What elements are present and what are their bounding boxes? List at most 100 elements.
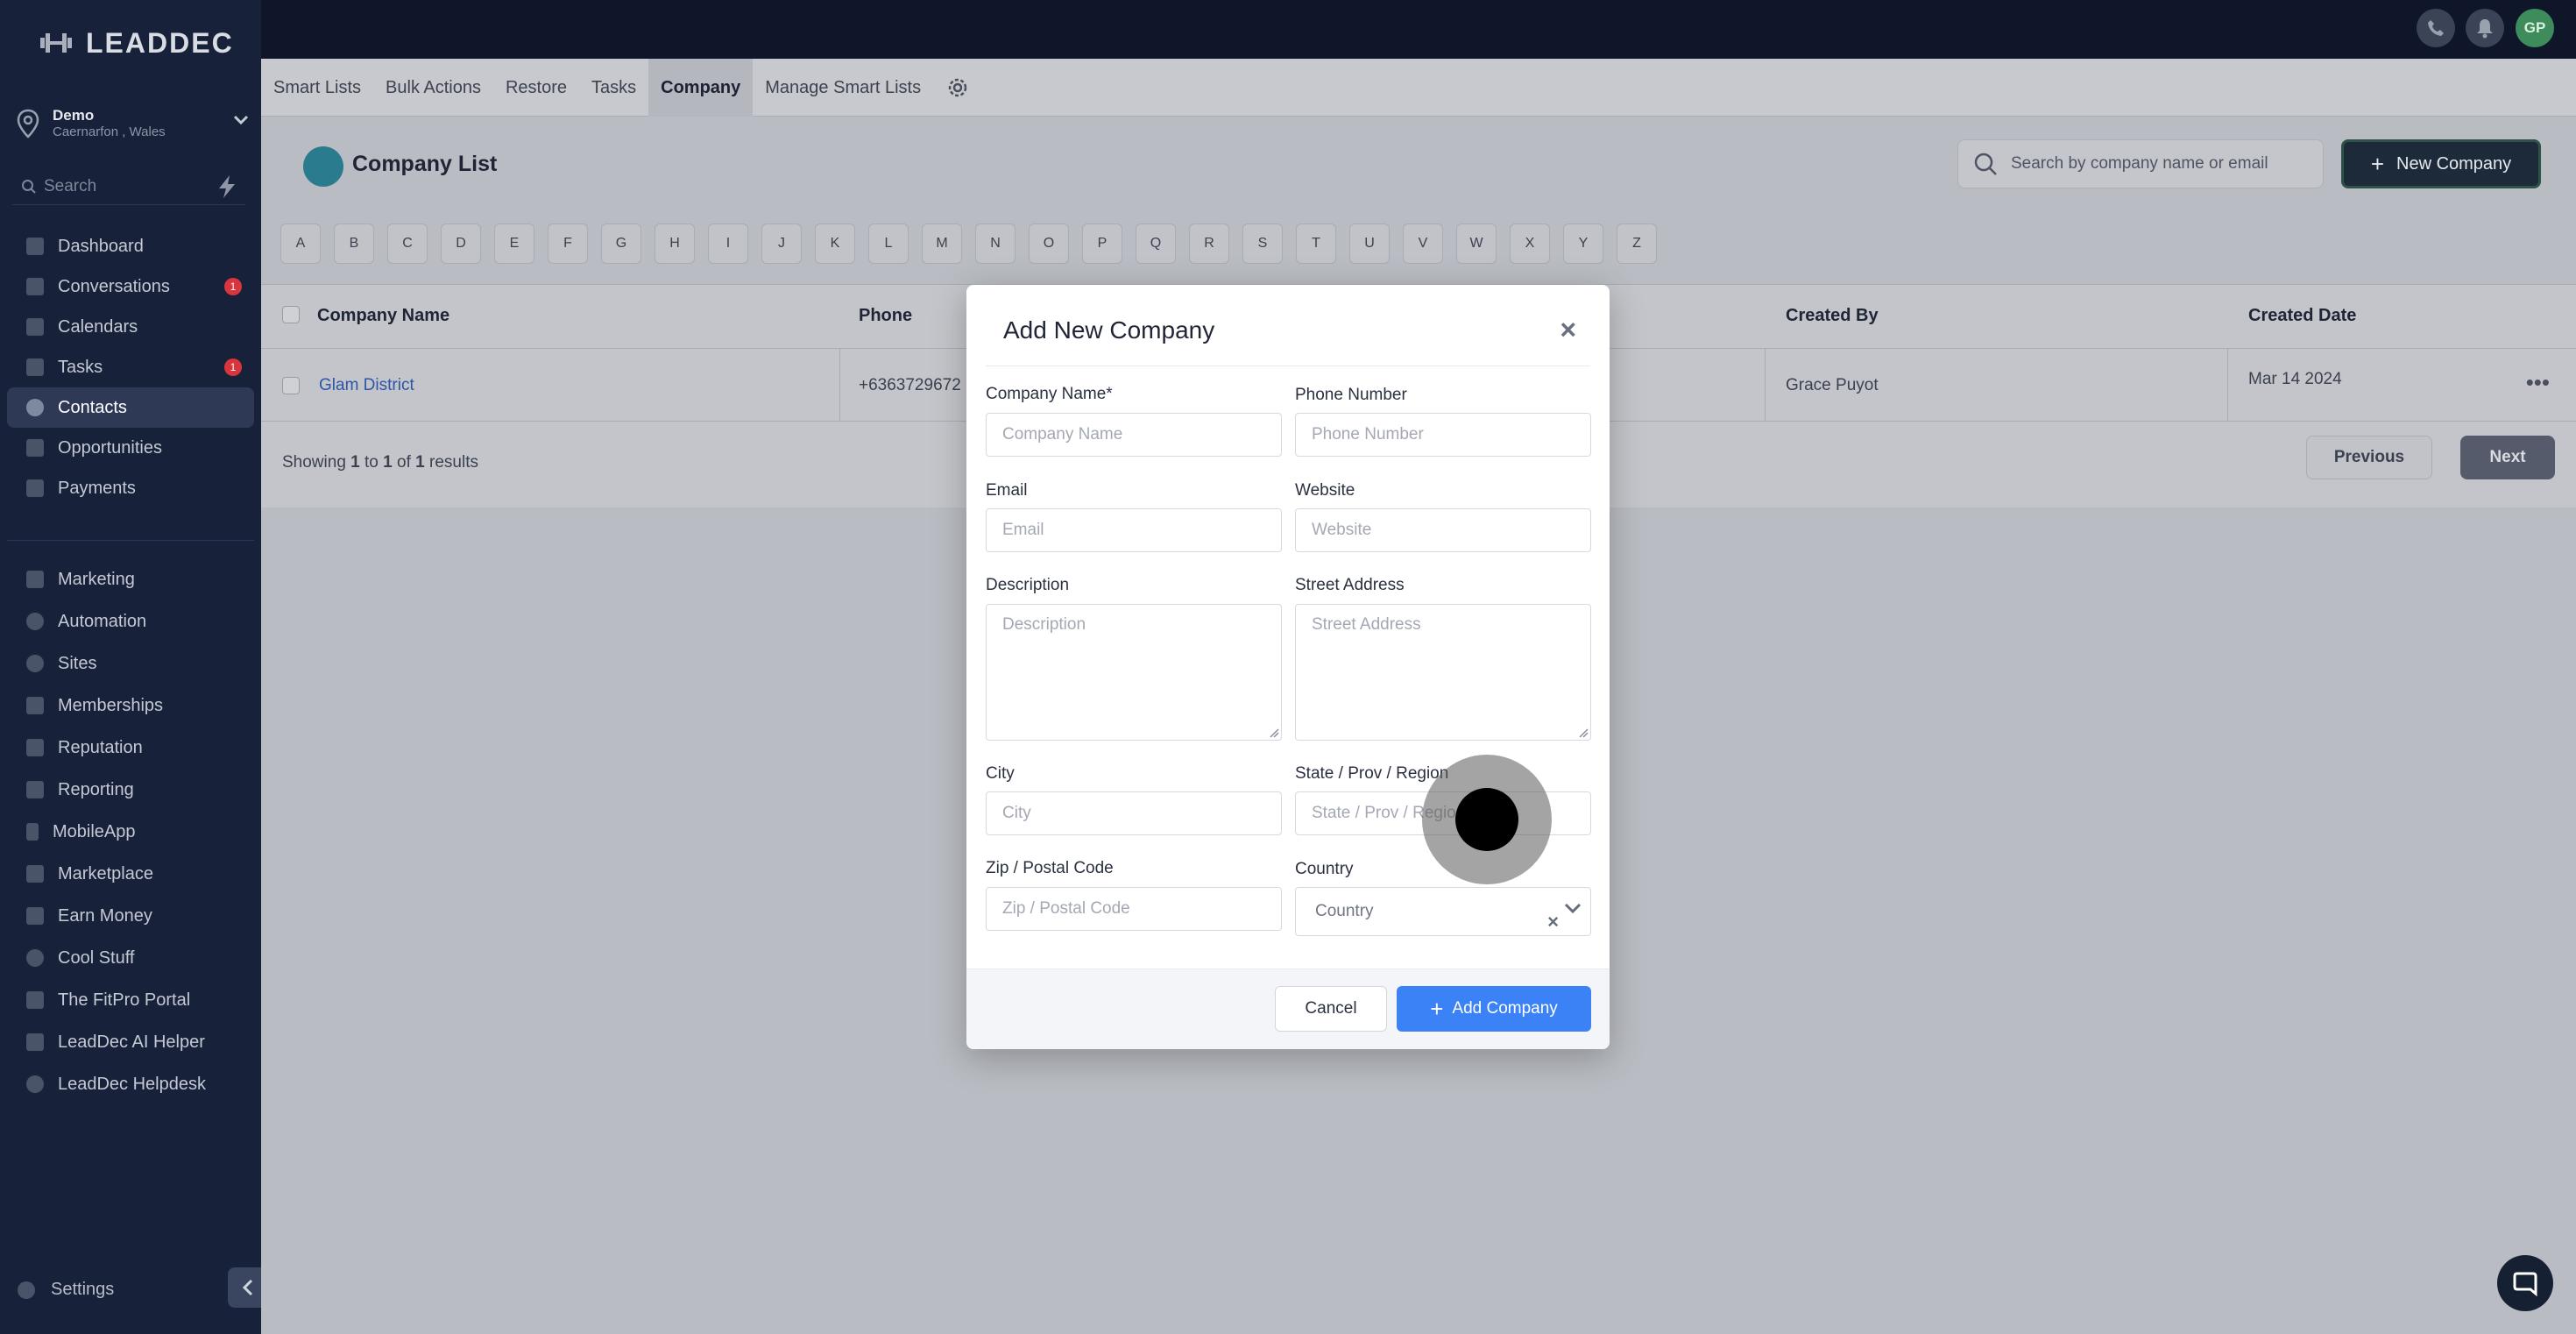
close-icon[interactable]: × xyxy=(1560,316,1576,344)
sidebar-item-calendars[interactable]: Calendars xyxy=(7,307,254,347)
column-header-created-by[interactable]: Created By xyxy=(1786,285,1879,346)
phone-button[interactable] xyxy=(2417,9,2455,47)
alphabet-filter-z[interactable]: Z xyxy=(1617,224,1657,264)
alphabet-filter-v[interactable]: V xyxy=(1403,224,1443,264)
cancel-button[interactable]: Cancel xyxy=(1275,986,1387,1032)
next-page-button[interactable]: Next xyxy=(2460,436,2555,479)
brand-logo[interactable]: LEADDEC xyxy=(39,25,234,61)
gear-icon[interactable] xyxy=(945,75,970,100)
add-company-button[interactable]: + Add Company xyxy=(1397,986,1591,1032)
user-avatar[interactable]: GP xyxy=(2516,9,2554,47)
alphabet-filter-l[interactable]: L xyxy=(868,224,909,264)
resize-handle-icon[interactable] xyxy=(1578,727,1589,738)
company-name-input[interactable]: Company Name xyxy=(986,413,1282,457)
sidebar-item-label: Earn Money xyxy=(58,905,152,926)
sidebar-item-marketing[interactable]: Marketing xyxy=(7,558,254,600)
sidebar-item-tasks[interactable]: Tasks 1 xyxy=(7,347,254,387)
chevron-down-icon xyxy=(233,115,249,125)
street-address-textarea[interactable]: Street Address xyxy=(1295,604,1591,741)
sidebar-item-settings[interactable]: Settings xyxy=(18,1280,114,1300)
alphabet-filter-x[interactable]: X xyxy=(1510,224,1550,264)
company-name-link[interactable]: Glam District xyxy=(319,349,414,422)
alphabet-filter-j[interactable]: J xyxy=(761,224,802,264)
row-actions-icon[interactable]: ••• xyxy=(2526,371,2550,394)
sidebar-item-helpdesk[interactable]: LeadDec Helpdesk xyxy=(7,1063,254,1105)
sidebar-item-fitpro-portal[interactable]: The FitPro Portal xyxy=(7,979,254,1021)
alphabet-filter-r[interactable]: R xyxy=(1189,224,1229,264)
alphabet-filter-a[interactable]: A xyxy=(280,224,321,264)
tab-company[interactable]: Company xyxy=(648,58,754,117)
phone-number-input[interactable]: Phone Number xyxy=(1295,413,1591,457)
tab-manage-smart-lists[interactable]: Manage Smart Lists xyxy=(753,59,933,117)
website-input[interactable]: Website xyxy=(1295,508,1591,552)
alphabet-filter-i[interactable]: I xyxy=(708,224,748,264)
zip-input[interactable]: Zip / Postal Code xyxy=(986,887,1282,931)
sidebar-item-marketplace[interactable]: Marketplace xyxy=(7,853,254,895)
alphabet-filter-e[interactable]: E xyxy=(494,224,534,264)
city-label: City xyxy=(986,764,1015,783)
sidebar-item-payments[interactable]: Payments xyxy=(7,468,254,508)
lightning-bolt-icon[interactable] xyxy=(214,174,240,200)
column-header-phone[interactable]: Phone xyxy=(859,285,912,346)
description-textarea[interactable]: Description xyxy=(986,604,1282,741)
sidebar-item-mobileapp[interactable]: MobileApp xyxy=(7,811,254,853)
sidebar-item-ai-helper[interactable]: LeadDec AI Helper xyxy=(7,1021,254,1063)
sidebar-item-earn-money[interactable]: Earn Money xyxy=(7,895,254,937)
company-search-input[interactable]: Search by company name or email xyxy=(1957,139,2324,188)
tab-bulk-actions[interactable]: Bulk Actions xyxy=(373,59,493,117)
alphabet-filter-p[interactable]: P xyxy=(1082,224,1122,264)
new-company-button[interactable]: + New Company xyxy=(2341,139,2541,188)
sidebar-search[interactable]: Search xyxy=(12,168,245,205)
sidebar-item-conversations[interactable]: Conversations 1 xyxy=(7,266,254,307)
chat-widget-button[interactable] xyxy=(2497,1255,2553,1311)
alphabet-filter-f[interactable]: F xyxy=(548,224,588,264)
alphabet-filter-y[interactable]: Y xyxy=(1563,224,1603,264)
alphabet-filter-t[interactable]: T xyxy=(1296,224,1336,264)
sidebar-item-opportunities[interactable]: Opportunities xyxy=(7,428,254,468)
automation-icon xyxy=(26,613,44,630)
alphabet-filter-b[interactable]: B xyxy=(334,224,374,264)
select-all-checkbox[interactable] xyxy=(282,306,300,323)
email-input[interactable]: Email xyxy=(986,508,1282,552)
alphabet-filter-d[interactable]: D xyxy=(441,224,481,264)
sidebar-item-label: Calendars xyxy=(58,316,138,337)
column-header-company-name[interactable]: Company Name xyxy=(317,285,449,346)
sidebar-item-label: LeadDec AI Helper xyxy=(58,1032,205,1052)
country-select[interactable]: Country × xyxy=(1295,887,1591,936)
row-checkbox[interactable] xyxy=(282,377,300,394)
sidebar-item-sites[interactable]: Sites xyxy=(7,642,254,685)
sidebar-item-automation[interactable]: Automation xyxy=(7,600,254,642)
clear-selection-icon[interactable]: × xyxy=(1547,898,1559,946)
resize-handle-icon[interactable] xyxy=(1269,727,1279,738)
previous-page-button[interactable]: Previous xyxy=(2306,436,2432,479)
sidebar-item-reporting[interactable]: Reporting xyxy=(7,769,254,811)
country-selected-value: Country xyxy=(1315,902,1374,920)
sidebar-item-contacts[interactable]: Contacts xyxy=(7,387,254,428)
column-header-created-date[interactable]: Created Date xyxy=(2248,285,2356,346)
tab-tasks[interactable]: Tasks xyxy=(579,59,648,117)
alphabet-filter-s[interactable]: S xyxy=(1242,224,1283,264)
alphabet-filter-k[interactable]: K xyxy=(815,224,855,264)
alphabet-filter-c[interactable]: C xyxy=(387,224,428,264)
alphabet-filter-h[interactable]: H xyxy=(655,224,695,264)
notifications-button[interactable] xyxy=(2466,9,2504,47)
chat-icon xyxy=(26,278,44,295)
sidebar-item-dashboard[interactable]: Dashboard xyxy=(7,226,254,266)
sidebar-item-cool-stuff[interactable]: Cool Stuff xyxy=(7,937,254,979)
sidebar-item-memberships[interactable]: Memberships xyxy=(7,685,254,727)
alphabet-filter-n[interactable]: N xyxy=(975,224,1016,264)
alphabet-filter-w[interactable]: W xyxy=(1456,224,1497,264)
location-switcher[interactable]: Demo Caernarfon , Wales xyxy=(16,103,249,144)
tab-restore[interactable]: Restore xyxy=(493,59,579,117)
alphabet-filter-u[interactable]: U xyxy=(1349,224,1390,264)
alphabet-filter-g[interactable]: G xyxy=(601,224,641,264)
alphabet-filter-m[interactable]: M xyxy=(922,224,962,264)
sidebar-item-reputation[interactable]: Reputation xyxy=(7,727,254,769)
description-label: Description xyxy=(986,576,1070,594)
tab-smart-lists[interactable]: Smart Lists xyxy=(261,59,373,117)
alphabet-filter-q[interactable]: Q xyxy=(1136,224,1176,264)
alphabet-filter-o[interactable]: O xyxy=(1029,224,1069,264)
sidebar-item-label: Cool Stuff xyxy=(58,947,135,968)
city-input[interactable]: City xyxy=(986,791,1282,835)
dashboard-icon xyxy=(26,238,44,255)
